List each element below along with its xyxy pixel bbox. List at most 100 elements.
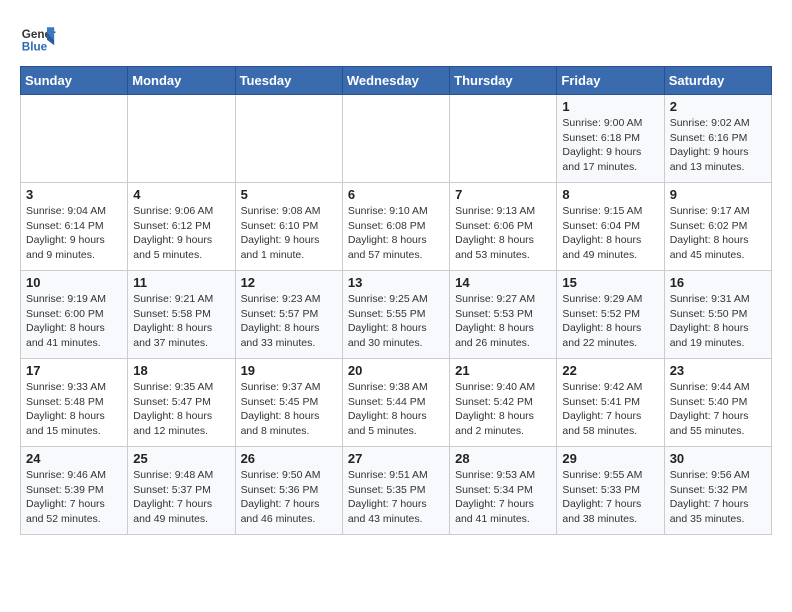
day-number: 20 — [348, 363, 444, 378]
calendar-cell: 12 Sunrise: 9:23 AM Sunset: 5:57 PM Dayli… — [235, 271, 342, 359]
calendar-week-row: 3 Sunrise: 9:04 AM Sunset: 6:14 PM Daylig… — [21, 183, 772, 271]
cell-info: Sunrise: 9:15 AM Sunset: 6:04 PM Dayligh… — [562, 204, 658, 263]
day-number: 13 — [348, 275, 444, 290]
page-header: General Blue — [20, 20, 772, 56]
calendar-cell: 11 Sunrise: 9:21 AM Sunset: 5:58 PM Dayli… — [128, 271, 235, 359]
calendar-cell: 16Sunrise: 9:31 AM Sunset: 5:50 PM Dayli… — [664, 271, 771, 359]
cell-info: Sunrise: 9:21 AM Sunset: 5:58 PM Dayligh… — [133, 292, 229, 351]
day-number: 22 — [562, 363, 658, 378]
day-number: 28 — [455, 451, 551, 466]
day-number: 9 — [670, 187, 766, 202]
day-number: 19 — [241, 363, 337, 378]
calendar-cell: 4 Sunrise: 9:06 AM Sunset: 6:12 PM Daylig… — [128, 183, 235, 271]
day-number: 7 — [455, 187, 551, 202]
calendar-cell: 22 Sunrise: 9:42 AM Sunset: 5:41 PM Dayli… — [557, 359, 664, 447]
calendar-cell: 3 Sunrise: 9:04 AM Sunset: 6:14 PM Daylig… — [21, 183, 128, 271]
calendar-cell: 24 Sunrise: 9:46 AM Sunset: 5:39 PM Dayli… — [21, 447, 128, 535]
cell-info: Sunrise: 9:10 AM Sunset: 6:08 PM Dayligh… — [348, 204, 444, 263]
cell-info: Sunrise: 9:46 AM Sunset: 5:39 PM Dayligh… — [26, 468, 122, 527]
calendar-week-row: 17Sunrise: 9:33 AM Sunset: 5:48 PM Dayli… — [21, 359, 772, 447]
cell-info: Sunrise: 9:04 AM Sunset: 6:14 PM Dayligh… — [26, 204, 122, 263]
day-number: 8 — [562, 187, 658, 202]
cell-info: Sunrise: 9:25 AM Sunset: 5:55 PM Dayligh… — [348, 292, 444, 351]
calendar-cell: 13 Sunrise: 9:25 AM Sunset: 5:55 PM Dayli… — [342, 271, 449, 359]
calendar-cell: 25 Sunrise: 9:48 AM Sunset: 5:37 PM Dayli… — [128, 447, 235, 535]
day-number: 16 — [670, 275, 766, 290]
day-header-tuesday: Tuesday — [235, 67, 342, 95]
day-number: 10 — [26, 275, 122, 290]
day-header-sunday: Sunday — [21, 67, 128, 95]
calendar-cell: 28 Sunrise: 9:53 AM Sunset: 5:34 PM Dayli… — [450, 447, 557, 535]
cell-info: Sunrise: 9:44 AM Sunset: 5:40 PM Dayligh… — [670, 380, 766, 439]
calendar-week-row: 10 Sunrise: 9:19 AM Sunset: 6:00 PM Dayli… — [21, 271, 772, 359]
cell-info: Sunrise: 9:38 AM Sunset: 5:44 PM Dayligh… — [348, 380, 444, 439]
day-number: 1 — [562, 99, 658, 114]
calendar-cell — [450, 95, 557, 183]
day-number: 2 — [670, 99, 766, 114]
calendar-cell: 27Sunrise: 9:51 AM Sunset: 5:35 PM Dayli… — [342, 447, 449, 535]
cell-info: Sunrise: 9:27 AM Sunset: 5:53 PM Dayligh… — [455, 292, 551, 351]
cell-info: Sunrise: 9:00 AM Sunset: 6:18 PM Dayligh… — [562, 116, 658, 175]
calendar-cell: 29Sunrise: 9:55 AM Sunset: 5:33 PM Dayli… — [557, 447, 664, 535]
cell-info: Sunrise: 9:48 AM Sunset: 5:37 PM Dayligh… — [133, 468, 229, 527]
calendar-cell: 30 Sunrise: 9:56 AM Sunset: 5:32 PM Dayli… — [664, 447, 771, 535]
day-header-friday: Friday — [557, 67, 664, 95]
day-number: 11 — [133, 275, 229, 290]
cell-info: Sunrise: 9:50 AM Sunset: 5:36 PM Dayligh… — [241, 468, 337, 527]
calendar-cell: 20 Sunrise: 9:38 AM Sunset: 5:44 PM Dayli… — [342, 359, 449, 447]
calendar-cell: 7 Sunrise: 9:13 AM Sunset: 6:06 PM Daylig… — [450, 183, 557, 271]
day-number: 27 — [348, 451, 444, 466]
cell-info: Sunrise: 9:08 AM Sunset: 6:10 PM Dayligh… — [241, 204, 337, 263]
day-number: 12 — [241, 275, 337, 290]
calendar-cell: 8 Sunrise: 9:15 AM Sunset: 6:04 PM Daylig… — [557, 183, 664, 271]
cell-info: Sunrise: 9:13 AM Sunset: 6:06 PM Dayligh… — [455, 204, 551, 263]
calendar-header-row: SundayMondayTuesdayWednesdayThursdayFrid… — [21, 67, 772, 95]
calendar-cell: 17Sunrise: 9:33 AM Sunset: 5:48 PM Dayli… — [21, 359, 128, 447]
calendar-cell: 14 Sunrise: 9:27 AM Sunset: 5:53 PM Dayli… — [450, 271, 557, 359]
calendar-cell — [21, 95, 128, 183]
calendar-cell: 19 Sunrise: 9:37 AM Sunset: 5:45 PM Dayli… — [235, 359, 342, 447]
calendar-cell — [342, 95, 449, 183]
day-number: 25 — [133, 451, 229, 466]
day-number: 18 — [133, 363, 229, 378]
logo: General Blue — [20, 20, 62, 56]
calendar-table: SundayMondayTuesdayWednesdayThursdayFrid… — [20, 66, 772, 535]
day-number: 30 — [670, 451, 766, 466]
calendar-cell: 6 Sunrise: 9:10 AM Sunset: 6:08 PM Daylig… — [342, 183, 449, 271]
cell-info: Sunrise: 9:06 AM Sunset: 6:12 PM Dayligh… — [133, 204, 229, 263]
day-number: 3 — [26, 187, 122, 202]
day-header-saturday: Saturday — [664, 67, 771, 95]
day-number: 6 — [348, 187, 444, 202]
cell-info: Sunrise: 9:02 AM Sunset: 6:16 PM Dayligh… — [670, 116, 766, 175]
cell-info: Sunrise: 9:53 AM Sunset: 5:34 PM Dayligh… — [455, 468, 551, 527]
day-number: 4 — [133, 187, 229, 202]
cell-info: Sunrise: 9:55 AM Sunset: 5:33 PM Dayligh… — [562, 468, 658, 527]
calendar-cell: 21 Sunrise: 9:40 AM Sunset: 5:42 PM Dayli… — [450, 359, 557, 447]
cell-info: Sunrise: 9:19 AM Sunset: 6:00 PM Dayligh… — [26, 292, 122, 351]
cell-info: Sunrise: 9:40 AM Sunset: 5:42 PM Dayligh… — [455, 380, 551, 439]
svg-text:Blue: Blue — [22, 41, 48, 54]
cell-info: Sunrise: 9:56 AM Sunset: 5:32 PM Dayligh… — [670, 468, 766, 527]
calendar-week-row: 1 Sunrise: 9:00 AM Sunset: 6:18 PM Daylig… — [21, 95, 772, 183]
calendar-cell: 5 Sunrise: 9:08 AM Sunset: 6:10 PM Daylig… — [235, 183, 342, 271]
day-number: 14 — [455, 275, 551, 290]
calendar-cell: 1 Sunrise: 9:00 AM Sunset: 6:18 PM Daylig… — [557, 95, 664, 183]
cell-info: Sunrise: 9:35 AM Sunset: 5:47 PM Dayligh… — [133, 380, 229, 439]
cell-info: Sunrise: 9:23 AM Sunset: 5:57 PM Dayligh… — [241, 292, 337, 351]
cell-info: Sunrise: 9:29 AM Sunset: 5:52 PM Dayligh… — [562, 292, 658, 351]
day-number: 24 — [26, 451, 122, 466]
day-number: 26 — [241, 451, 337, 466]
day-number: 17 — [26, 363, 122, 378]
day-number: 21 — [455, 363, 551, 378]
cell-info: Sunrise: 9:17 AM Sunset: 6:02 PM Dayligh… — [670, 204, 766, 263]
day-header-wednesday: Wednesday — [342, 67, 449, 95]
calendar-cell: 2 Sunrise: 9:02 AM Sunset: 6:16 PM Daylig… — [664, 95, 771, 183]
day-number: 5 — [241, 187, 337, 202]
day-number: 23 — [670, 363, 766, 378]
calendar-cell — [128, 95, 235, 183]
cell-info: Sunrise: 9:42 AM Sunset: 5:41 PM Dayligh… — [562, 380, 658, 439]
calendar-cell: 18 Sunrise: 9:35 AM Sunset: 5:47 PM Dayli… — [128, 359, 235, 447]
cell-info: Sunrise: 9:37 AM Sunset: 5:45 PM Dayligh… — [241, 380, 337, 439]
calendar-cell: 26 Sunrise: 9:50 AM Sunset: 5:36 PM Dayli… — [235, 447, 342, 535]
day-header-thursday: Thursday — [450, 67, 557, 95]
